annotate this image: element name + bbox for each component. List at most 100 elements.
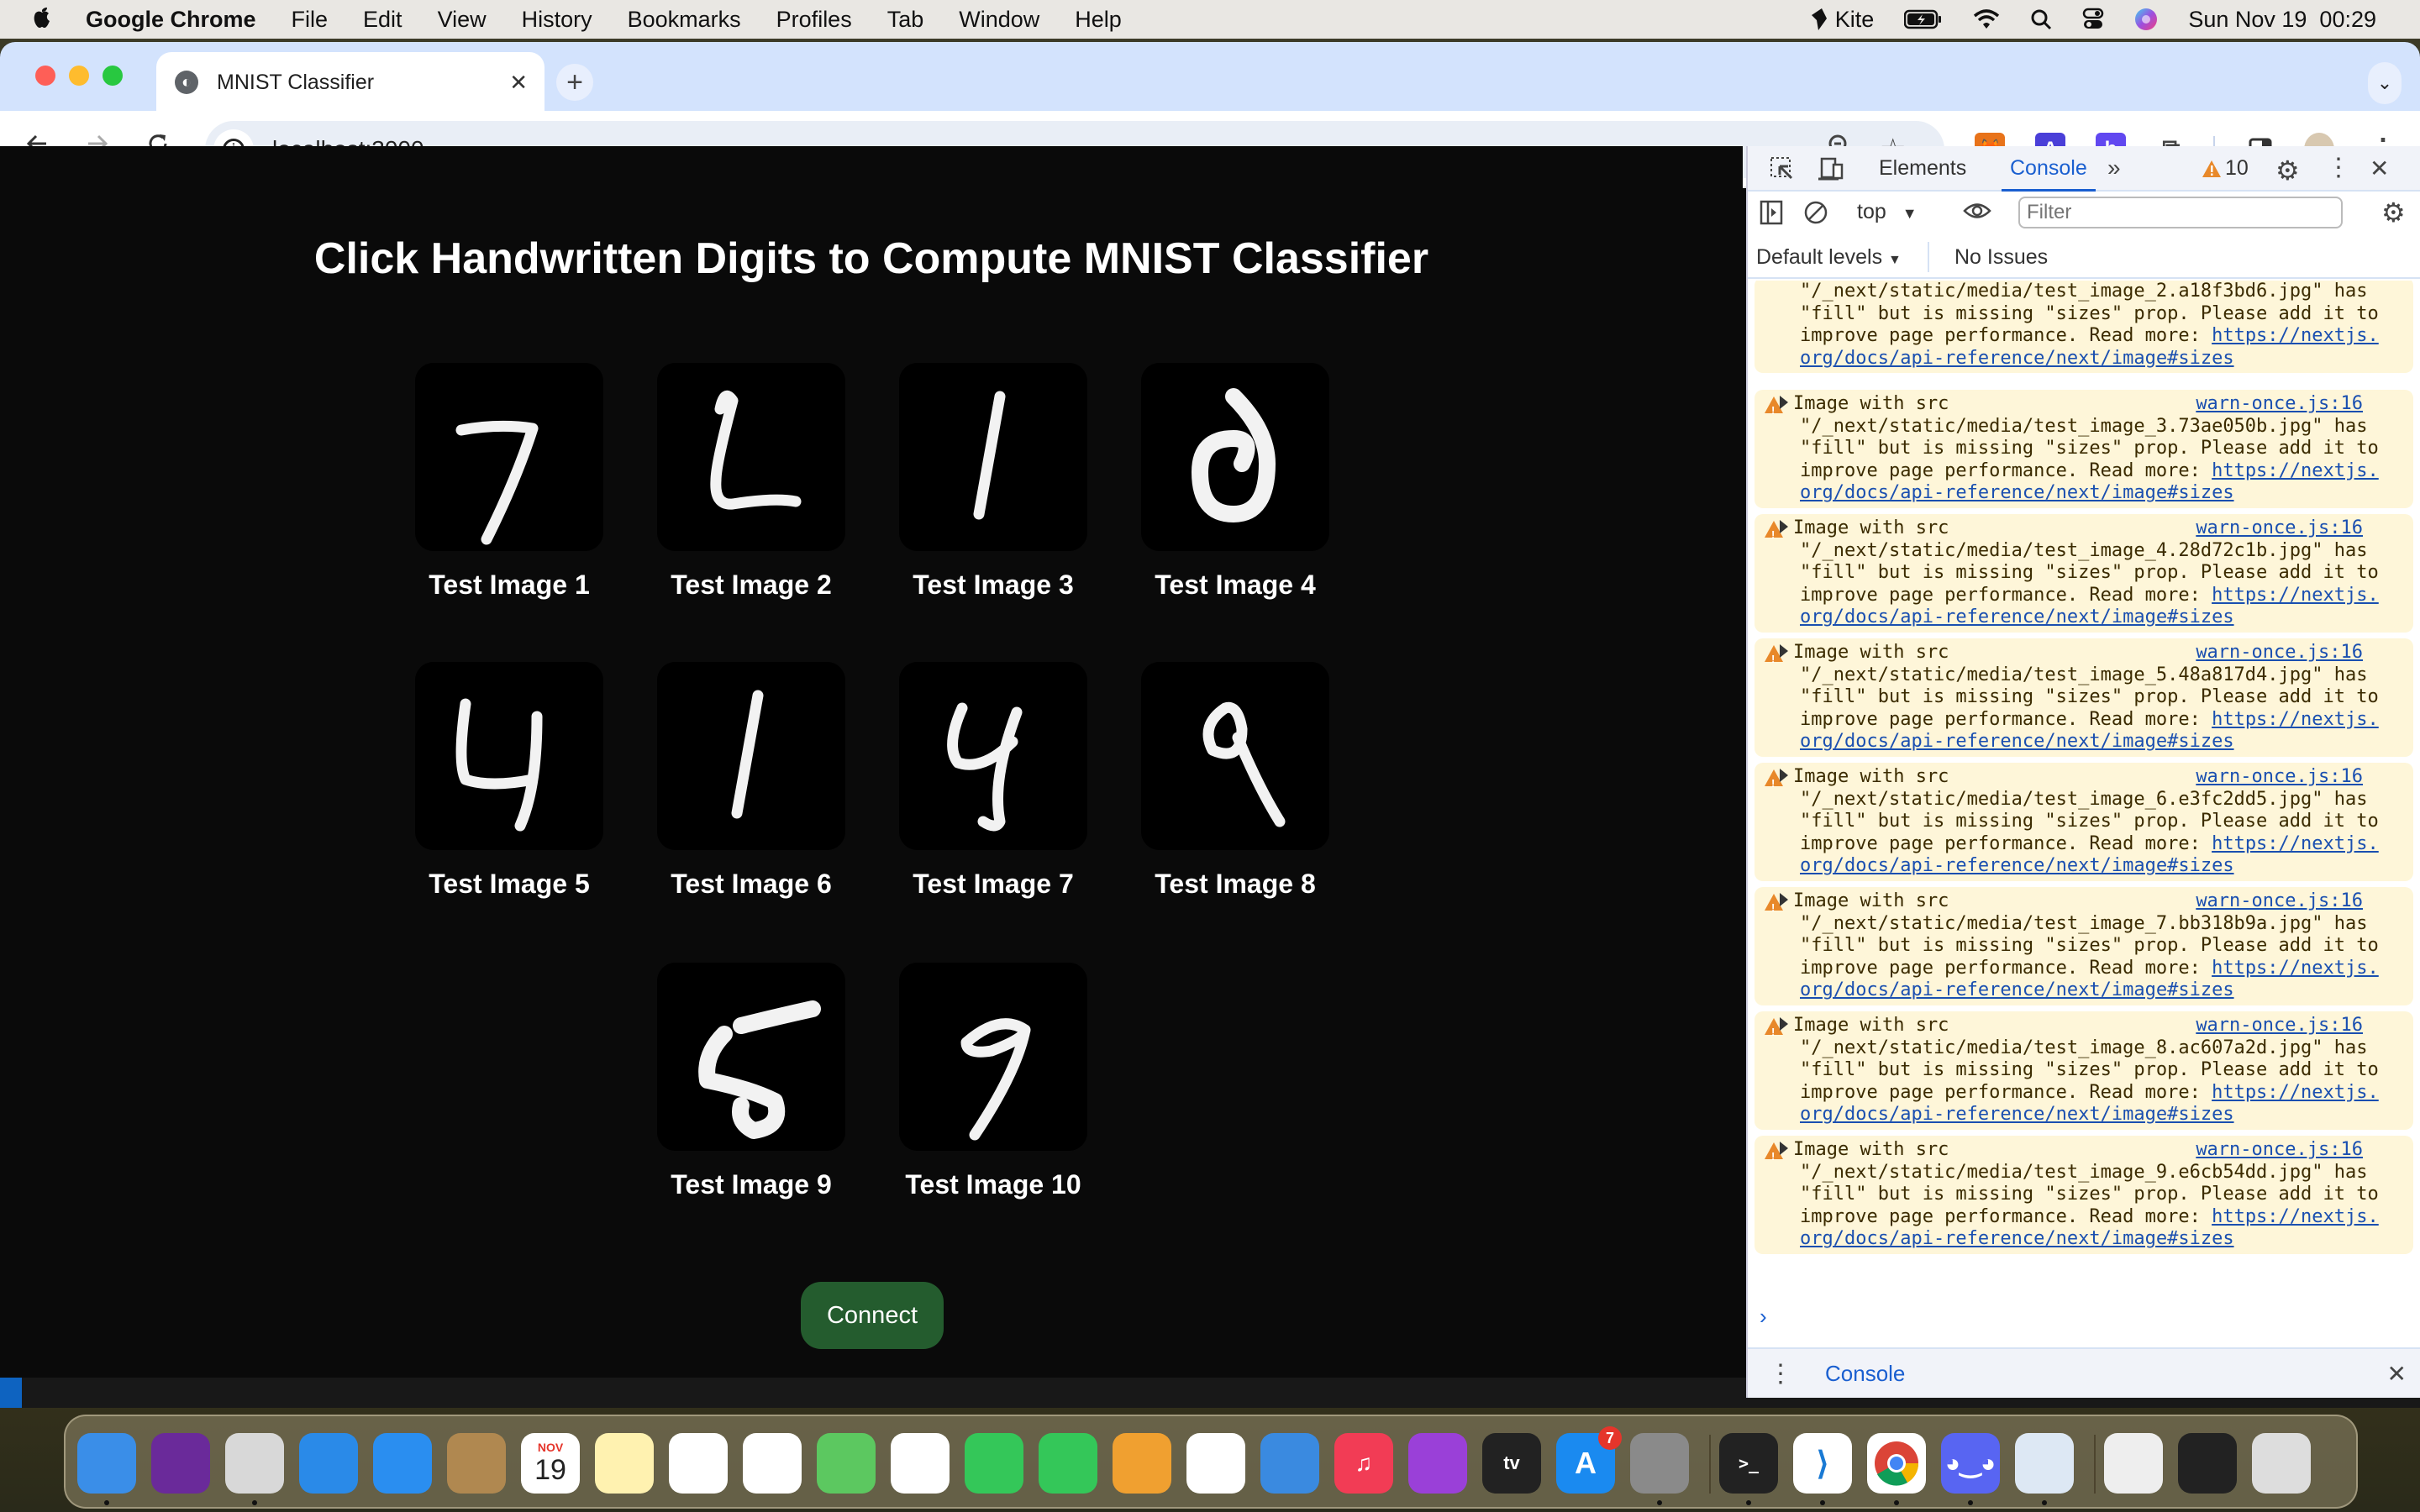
- dock-mail-icon[interactable]: [373, 1433, 432, 1494]
- devtools-menu-kebab-icon[interactable]: ⋮: [2326, 153, 2351, 182]
- dock-documents-icon[interactable]: [2104, 1433, 2163, 1494]
- handwritten-digit-image[interactable]: [415, 363, 603, 551]
- expand-triangle-icon[interactable]: [1780, 396, 1788, 409]
- source-link[interactable]: warn-once.js:16: [2196, 1139, 2363, 1162]
- docs-link[interactable]: https://nextjs.: [2212, 958, 2379, 979]
- handwritten-digit-image[interactable]: [899, 963, 1087, 1151]
- handwritten-digit-image[interactable]: [657, 963, 845, 1151]
- test-image-card[interactable]: Test Image 2: [657, 363, 845, 601]
- dock-contacts-icon[interactable]: [447, 1433, 506, 1494]
- handwritten-digit-image[interactable]: [899, 363, 1087, 551]
- log-levels-dropdown[interactable]: Default levels ▼: [1756, 245, 1902, 270]
- console-warning-message[interactable]: Image with src warn-once.js:16"/_next/sta…: [1754, 638, 2413, 757]
- console-messages[interactable]: "/_next/static/media/test_image_2.a18f3b…: [1748, 281, 2420, 1322]
- docs-link[interactable]: org/docs/api-reference/next/image#sizes: [1800, 1228, 2413, 1251]
- console-warning-message[interactable]: "/_next/static/media/test_image_2.a18f3b…: [1754, 281, 2413, 374]
- docs-link[interactable]: org/docs/api-reference/next/image#sizes: [1800, 731, 2413, 753]
- dock-keynote-icon[interactable]: [1260, 1433, 1319, 1494]
- siri-icon[interactable]: [2134, 8, 2158, 31]
- warnings-counter[interactable]: 10: [2202, 156, 2249, 181]
- context-selector[interactable]: top ▼: [1857, 200, 1918, 224]
- dock-facetime-icon[interactable]: [1039, 1433, 1097, 1494]
- dock-reminders-icon[interactable]: [743, 1433, 802, 1494]
- docs-link[interactable]: org/docs/api-reference/next/image#sizes: [1800, 348, 2413, 370]
- tab-mnist-classifier[interactable]: ◐ MNIST Classifier ✕: [156, 52, 544, 113]
- test-image-card[interactable]: Test Image 4: [1141, 363, 1329, 601]
- docs-link[interactable]: https://nextjs.: [2212, 709, 2379, 730]
- console-prompt-caret-icon[interactable]: ›: [1760, 1304, 1767, 1330]
- dock-preview-icon[interactable]: [2015, 1433, 2074, 1494]
- dock-freeform-icon[interactable]: [669, 1433, 728, 1494]
- dock-discord-icon[interactable]: ◕‿◕: [1941, 1433, 2000, 1494]
- sidebar-toggle-icon[interactable]: [1760, 200, 1783, 231]
- source-link[interactable]: warn-once.js:16: [2196, 890, 2363, 913]
- dock-system-settings-icon[interactable]: [1630, 1433, 1689, 1494]
- expand-triangle-icon[interactable]: [1780, 520, 1788, 533]
- console-filter-input[interactable]: [2018, 197, 2343, 228]
- control-center-icon[interactable]: [2082, 8, 2104, 31]
- docs-link[interactable]: org/docs/api-reference/next/image#sizes: [1800, 855, 2413, 878]
- close-drawer-icon[interactable]: ✕: [2387, 1360, 2407, 1388]
- menu-file[interactable]: File: [292, 7, 329, 33]
- source-link[interactable]: warn-once.js:16: [2196, 642, 2363, 664]
- docs-link[interactable]: org/docs/api-reference/next/image#sizes: [1800, 606, 2413, 629]
- dock-vscode-icon[interactable]: ⟩: [1793, 1433, 1852, 1494]
- source-link[interactable]: warn-once.js:16: [2196, 1015, 2363, 1037]
- tab-search-chevron-icon[interactable]: ⌄: [2368, 62, 2402, 104]
- expand-triangle-icon[interactable]: [1780, 769, 1788, 782]
- menu-profiles[interactable]: Profiles: [776, 7, 852, 33]
- source-link[interactable]: warn-once.js:16: [2196, 766, 2363, 789]
- expand-triangle-icon[interactable]: [1780, 1142, 1788, 1155]
- issues-counter[interactable]: No Issues: [1954, 245, 2048, 270]
- test-image-card[interactable]: Test Image 6: [657, 662, 845, 900]
- test-image-card[interactable]: Test Image 3: [899, 363, 1087, 601]
- console-warning-message[interactable]: Image with src warn-once.js:16"/_next/sta…: [1754, 390, 2413, 508]
- dock-siri-icon[interactable]: [151, 1433, 210, 1494]
- console-warning-message[interactable]: Image with src warn-once.js:16"/_next/sta…: [1754, 887, 2413, 1005]
- close-tab-icon[interactable]: ✕: [509, 70, 528, 96]
- menubar-clock[interactable]: Sun Nov 19 00:29: [2188, 7, 2376, 33]
- close-window-button[interactable]: [35, 66, 55, 86]
- drawer-tab-console[interactable]: Console: [1825, 1361, 1905, 1387]
- console-warning-message[interactable]: Image with src warn-once.js:16"/_next/sta…: [1754, 1136, 2413, 1254]
- source-link[interactable]: warn-once.js:16: [2196, 393, 2363, 416]
- expand-triangle-icon[interactable]: [1780, 1017, 1788, 1031]
- spotlight-search-icon[interactable]: [2030, 8, 2052, 30]
- menu-view[interactable]: View: [438, 7, 487, 33]
- dock-terminal-icon[interactable]: >_: [1719, 1433, 1778, 1494]
- docs-link[interactable]: https://nextjs.: [2212, 585, 2379, 606]
- dock-chrome-icon[interactable]: [1867, 1433, 1926, 1494]
- handwritten-digit-image[interactable]: [1141, 662, 1329, 850]
- docs-link[interactable]: org/docs/api-reference/next/image#sizes: [1800, 979, 2413, 1002]
- live-expression-eye-icon[interactable]: [1963, 198, 1991, 229]
- dock-podcasts-icon[interactable]: [1408, 1433, 1467, 1494]
- connect-button[interactable]: Connect: [801, 1282, 944, 1349]
- dock-calendar-icon[interactable]: NOV 19: [521, 1433, 580, 1494]
- new-tab-button[interactable]: +: [556, 64, 593, 101]
- test-image-card[interactable]: Test Image 1: [415, 363, 603, 601]
- handwritten-digit-image[interactable]: [415, 662, 603, 850]
- dock-numbers-icon[interactable]: [1186, 1433, 1245, 1494]
- expand-triangle-icon[interactable]: [1780, 644, 1788, 658]
- handwritten-digit-image[interactable]: [657, 363, 845, 551]
- expand-triangle-icon[interactable]: [1780, 893, 1788, 906]
- dock-maps-icon[interactable]: [817, 1433, 876, 1494]
- more-tabs-chevron-icon[interactable]: »: [2107, 155, 2121, 181]
- menu-bookmarks[interactable]: Bookmarks: [628, 7, 741, 33]
- test-image-card[interactable]: Test Image 5: [415, 662, 603, 900]
- device-toolbar-icon[interactable]: [1818, 156, 1845, 187]
- test-image-card[interactable]: Test Image 7: [899, 662, 1087, 900]
- menu-window[interactable]: Window: [959, 7, 1039, 33]
- handwritten-digit-image[interactable]: [657, 662, 845, 850]
- console-warning-message[interactable]: Image with src warn-once.js:16"/_next/sta…: [1754, 514, 2413, 633]
- handwritten-digit-image[interactable]: [899, 662, 1087, 850]
- console-warning-message[interactable]: Image with src warn-once.js:16"/_next/sta…: [1754, 1011, 2413, 1130]
- menu-help[interactable]: Help: [1075, 7, 1122, 33]
- kite-status[interactable]: Kite: [1810, 7, 1874, 33]
- dock-trash-icon[interactable]: [2252, 1433, 2311, 1494]
- maximize-window-button[interactable]: [103, 66, 123, 86]
- docs-link[interactable]: https://nextjs.: [2212, 833, 2379, 854]
- wifi-icon[interactable]: [1973, 8, 2000, 30]
- inspect-element-icon[interactable]: [1770, 156, 1795, 187]
- menu-edit[interactable]: Edit: [363, 7, 402, 33]
